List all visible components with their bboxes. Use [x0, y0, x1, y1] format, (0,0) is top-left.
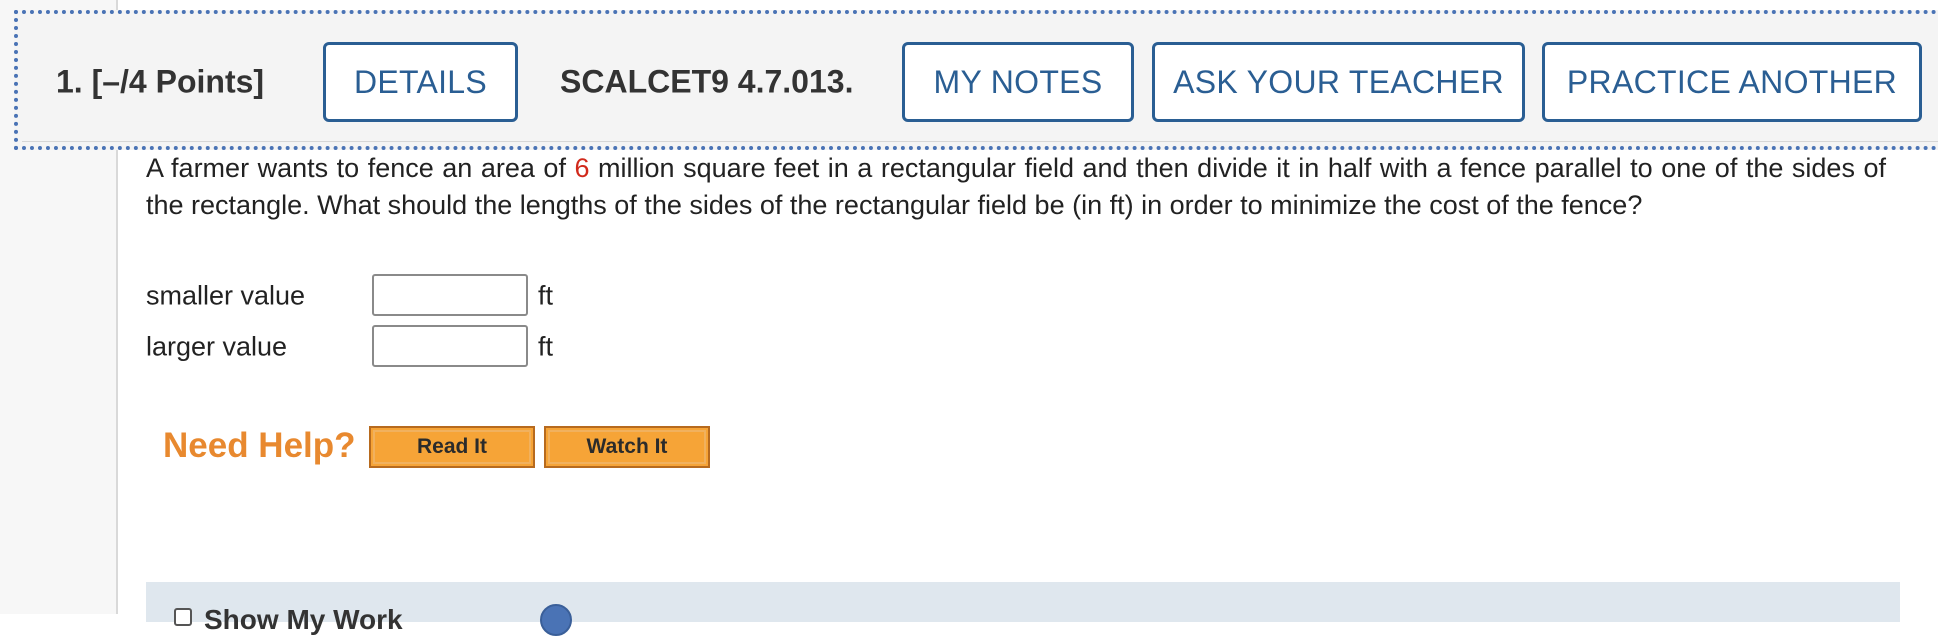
need-help-label: Need Help?	[163, 426, 356, 465]
answer-row-smaller: smaller value ft	[146, 274, 746, 318]
show-my-work-label[interactable]: Show My Work	[204, 604, 403, 636]
read-it-button[interactable]: Read It	[369, 426, 535, 468]
question-content: A farmer wants to fence an area of 6 mil…	[146, 150, 1886, 224]
larger-value-input[interactable]	[372, 325, 528, 367]
smaller-value-unit: ft	[538, 280, 554, 311]
smaller-value-label: smaller value	[146, 280, 306, 311]
watch-it-button[interactable]: Watch It	[544, 426, 710, 468]
question-code: SCALCET9 4.7.013.	[560, 63, 854, 100]
answer-row-larger: larger value ft	[146, 325, 746, 369]
question-highlighted-value: 6	[574, 153, 590, 183]
question-number-points: 1. [–/4 Points]	[56, 64, 264, 101]
details-button[interactable]: DETAILS	[323, 42, 518, 122]
question-number: 1.	[56, 63, 83, 100]
show-my-work-panel: Show My Work	[146, 582, 1900, 636]
question-text-start: A farmer wants to fence an area of	[146, 153, 575, 183]
my-notes-button[interactable]: MY NOTES	[902, 42, 1134, 122]
practice-another-button[interactable]: PRACTICE ANOTHER	[1542, 42, 1922, 122]
help-circle-icon[interactable]	[540, 604, 572, 636]
larger-value-label: larger value	[146, 331, 288, 362]
question-points: [–/4 Points]	[91, 63, 265, 100]
ask-your-teacher-button[interactable]: ASK YOUR TEACHER	[1152, 42, 1525, 122]
smaller-value-input[interactable]	[372, 274, 528, 316]
larger-value-unit: ft	[538, 331, 554, 362]
question-text: A farmer wants to fence an area of 6 mil…	[146, 150, 1886, 224]
show-my-work-checkbox[interactable]	[174, 608, 192, 626]
